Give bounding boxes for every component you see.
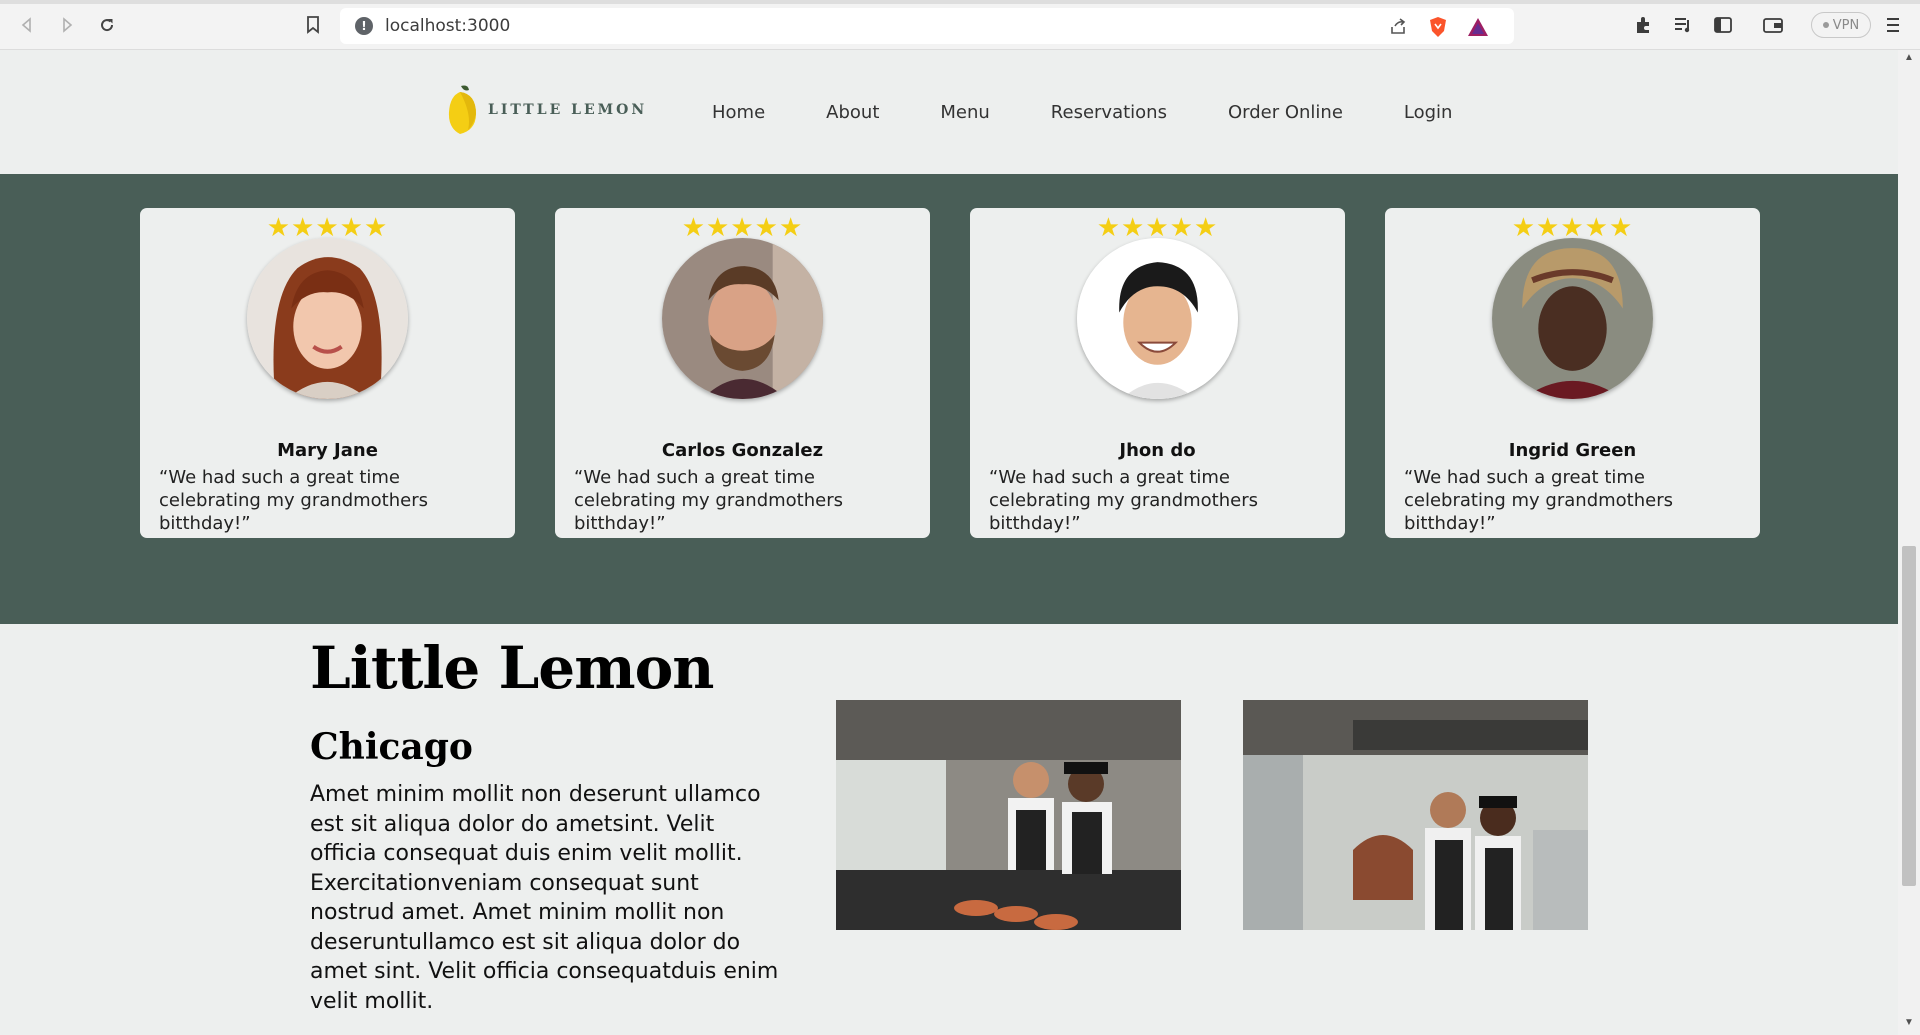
back-icon[interactable] <box>14 12 40 38</box>
browser-toolbar: ! localhost:3000 VPN <box>0 0 1920 50</box>
scroll-thumb[interactable] <box>1902 546 1916 886</box>
nav-order-online[interactable]: Order Online <box>1228 102 1343 123</box>
avatar <box>662 238 823 399</box>
scroll-up-icon[interactable]: ▲ <box>1898 52 1920 68</box>
testimonial-card: ★★★★★ Carlos Gonzalez “We had such a gre… <box>555 208 930 538</box>
nav-reservations[interactable]: Reservations <box>1051 102 1167 123</box>
page-scrollbar[interactable]: ▲ ▼ <box>1898 50 1920 1035</box>
share-icon[interactable] <box>1386 15 1410 39</box>
bookmark-icon[interactable] <box>300 12 326 38</box>
testimonial-card: ★★★★★ Ingrid Green “We had such a great … <box>1385 208 1760 538</box>
main-nav: Home About Menu Reservations Order Onlin… <box>712 102 1513 123</box>
vpn-label: VPN <box>1832 17 1860 33</box>
kitchen-photo <box>1243 700 1588 930</box>
review-text: “We had such a great time celebrating my… <box>159 467 428 534</box>
reviewer-name: Jhon do <box>1119 440 1196 461</box>
reviewer-name: Mary Jane <box>277 440 378 461</box>
about-title: Little Lemon <box>310 634 714 702</box>
vpn-status-icon <box>1822 22 1829 28</box>
about-body: Amet minim mollit non deserunt ullamco e… <box>310 782 779 1014</box>
nav-home[interactable]: Home <box>712 102 765 123</box>
avatar <box>247 238 408 399</box>
address-bar[interactable]: ! localhost:3000 <box>340 8 1514 44</box>
scroll-down-icon[interactable]: ▼ <box>1898 1017 1920 1033</box>
nav-about[interactable]: About <box>826 102 879 123</box>
nav-login[interactable]: Login <box>1404 102 1453 123</box>
forward-icon[interactable] <box>54 12 80 38</box>
menu-icon[interactable] <box>1880 12 1906 38</box>
about-subtitle: Chicago <box>310 726 473 768</box>
site-header: LITTLE LEMON Home About Menu Reservation… <box>0 50 1898 174</box>
review-text: “We had such a great time celebrating my… <box>1404 467 1673 534</box>
review-text: “We had such a great time celebrating my… <box>989 467 1258 534</box>
extensions-icon[interactable] <box>1630 12 1656 38</box>
playlist-icon[interactable] <box>1670 12 1696 38</box>
chefs-photo <box>836 700 1181 930</box>
testimonials-section: ★★★★★ Mary Jane “We had such a great tim… <box>0 174 1898 624</box>
url-text[interactable]: localhost:3000 <box>385 16 510 36</box>
brave-rewards-icon[interactable] <box>1466 15 1490 39</box>
vpn-button[interactable]: VPN <box>1811 12 1871 38</box>
lemon-icon <box>448 85 476 134</box>
avatar <box>1077 238 1238 399</box>
reload-icon[interactable] <box>94 12 120 38</box>
tab-strip-edge <box>0 0 1920 4</box>
sidebar-toggle-icon[interactable] <box>1710 12 1736 38</box>
testimonial-card: ★★★★★ Mary Jane “We had such a great tim… <box>140 208 515 538</box>
reviewer-name: Carlos Gonzalez <box>661 440 824 461</box>
reviewer-name: Ingrid Green <box>1508 440 1637 461</box>
brave-shield-icon[interactable] <box>1426 15 1450 39</box>
wallet-icon[interactable] <box>1760 12 1786 38</box>
logo[interactable]: LITTLE LEMON <box>446 84 647 136</box>
review-text: “We had such a great time celebrating my… <box>574 467 843 534</box>
testimonial-card: ★★★★★ Jhon do “We had such a great time … <box>970 208 1345 538</box>
brand-name: LITTLE LEMON <box>488 102 648 118</box>
site-info-icon[interactable]: ! <box>355 17 373 35</box>
avatar <box>1492 238 1653 399</box>
nav-menu[interactable]: Menu <box>940 102 989 123</box>
